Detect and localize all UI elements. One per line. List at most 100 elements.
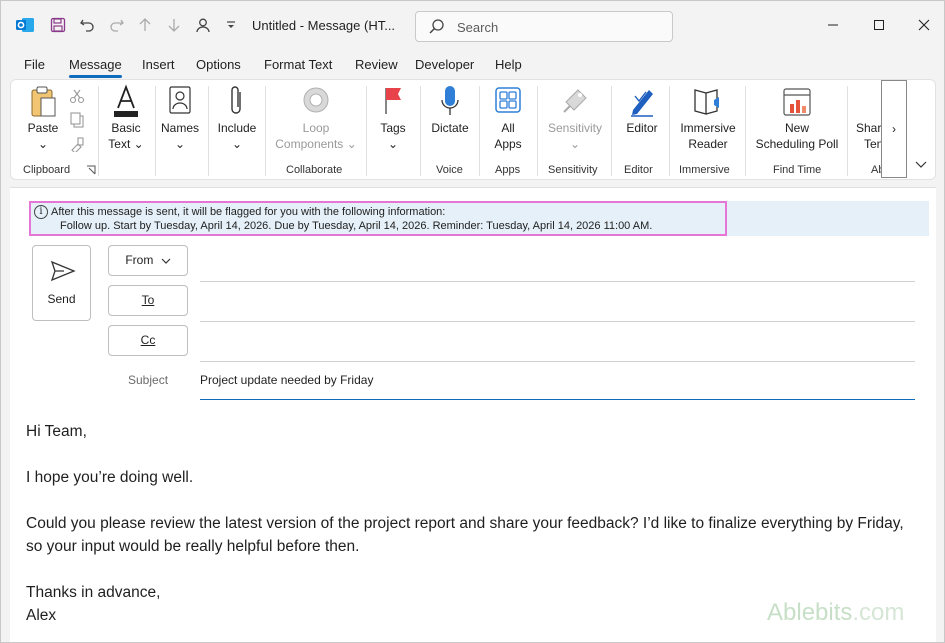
redo-icon[interactable] xyxy=(107,15,127,35)
tab-file[interactable]: File xyxy=(24,57,45,72)
dialog-launcher-icon[interactable] xyxy=(86,165,96,175)
all-apps-label-2: Apps xyxy=(494,137,522,151)
tab-review[interactable]: Review xyxy=(355,57,398,72)
address-book-icon[interactable] xyxy=(193,15,213,35)
names-button[interactable]: Names ⌄ xyxy=(159,84,201,152)
format-painter-icon[interactable] xyxy=(69,136,85,152)
tab-developer[interactable]: Developer xyxy=(415,57,474,72)
minimize-button[interactable] xyxy=(823,15,843,35)
chevron-down-icon: ⌄ xyxy=(346,137,357,151)
paste-icon xyxy=(31,86,56,117)
arrow-down-icon[interactable] xyxy=(164,15,184,35)
collapse-ribbon-icon[interactable] xyxy=(915,160,927,170)
apps-grid-icon xyxy=(495,87,521,113)
to-label: To xyxy=(141,293,155,307)
search-icon xyxy=(429,19,444,34)
immersive-group-label: Immersive xyxy=(679,164,730,176)
maximize-button[interactable] xyxy=(869,15,889,35)
loop-label-2: Components xyxy=(275,137,344,151)
tags-label: Tags xyxy=(380,121,406,135)
ribbon-separator xyxy=(611,86,612,176)
from-button[interactable]: From xyxy=(108,245,188,276)
tags-button[interactable]: Tags ⌄ xyxy=(375,84,411,152)
cut-icon[interactable] xyxy=(69,88,85,104)
all-apps-button[interactable]: All Apps xyxy=(488,84,528,152)
send-button[interactable]: Send xyxy=(32,245,91,321)
body-line-2: Could you please review the latest versi… xyxy=(26,515,904,555)
loop-components-button[interactable]: Loop Components ⌄ xyxy=(273,84,359,152)
compose-area: i After this message is sent, it will be… xyxy=(10,187,936,642)
copy-icon[interactable] xyxy=(69,112,85,128)
all-apps-label: All xyxy=(501,121,515,135)
editor-group-label: Editor xyxy=(624,164,653,176)
immersive-label-2: Reader xyxy=(688,137,728,151)
sensitivity-button[interactable]: Sensitivity ⌄ xyxy=(543,84,607,152)
chevron-down-icon xyxy=(161,258,171,264)
tab-help[interactable]: Help xyxy=(495,57,522,72)
ribbon-scroll-right-button[interactable]: › xyxy=(881,80,907,178)
save-icon[interactable] xyxy=(48,15,68,35)
address-book-icon xyxy=(169,86,191,114)
editor-pen-icon xyxy=(631,90,653,117)
ribbon-separator xyxy=(847,86,848,176)
ablebits-watermark: Ablebits.com xyxy=(767,599,904,627)
close-button[interactable] xyxy=(914,15,934,35)
ribbon-separator xyxy=(208,86,209,176)
share-label-2: Ten xyxy=(864,137,884,151)
apps-group-label: Apps xyxy=(495,164,521,176)
paste-button[interactable]: Paste ⌄ xyxy=(23,84,63,152)
calendar-poll-icon xyxy=(783,88,811,116)
new-poll-label: New xyxy=(784,121,809,135)
sensitivity-group-label: Sensitivity xyxy=(548,164,598,176)
find-time-group-label: Find Time xyxy=(773,164,822,176)
tab-options[interactable]: Options xyxy=(196,57,241,72)
immersive-reader-icon xyxy=(694,89,719,115)
undo-icon[interactable] xyxy=(77,15,97,35)
basic-text-button[interactable]: Basic Text ⌄ xyxy=(105,84,147,152)
outlook-logo-icon xyxy=(16,18,34,32)
chevron-down-icon: ⌄ xyxy=(174,137,186,151)
watermark-suffix: .com xyxy=(852,599,905,626)
tab-message[interactable]: Message xyxy=(69,57,122,78)
paperclip-icon xyxy=(231,86,241,114)
cc-label: Cc xyxy=(140,333,156,347)
to-button[interactable]: To xyxy=(108,285,188,316)
editor-button[interactable]: Editor xyxy=(619,84,665,136)
immersive-reader-button[interactable]: Immersive Reader xyxy=(675,84,741,152)
collaborate-group-label: Collaborate xyxy=(286,164,343,176)
body-line-1: I hope you’re doing well. xyxy=(26,469,194,486)
chevron-down-icon: ⌄ xyxy=(37,137,49,151)
tab-insert[interactable]: Insert xyxy=(142,57,175,72)
loop-icon xyxy=(303,87,329,113)
body-greeting: Hi Team, xyxy=(26,423,87,440)
clipboard-group-label: Clipboard xyxy=(23,164,71,176)
customize-toolbar-icon[interactable] xyxy=(221,15,241,35)
send-icon xyxy=(50,260,76,282)
subject-underline xyxy=(200,399,915,400)
search-box[interactable]: Search xyxy=(415,11,673,42)
ribbon-separator xyxy=(537,86,538,176)
tab-format-text[interactable]: Format Text xyxy=(264,57,332,72)
arrow-up-icon[interactable] xyxy=(135,15,155,35)
send-label: Send xyxy=(47,292,76,306)
ribbon-separator xyxy=(98,86,99,176)
ribbon-separator xyxy=(420,86,421,176)
to-field[interactable] xyxy=(200,321,915,322)
new-scheduling-poll-button[interactable]: New Scheduling Poll xyxy=(753,84,841,152)
outlook-message-window: Untitled - Message (HT... Search File Me… xyxy=(0,0,945,643)
microphone-icon xyxy=(441,86,459,115)
dictate-button[interactable]: Dictate xyxy=(427,84,473,136)
dictate-label: Dictate xyxy=(431,121,469,135)
subject-input[interactable]: Project update needed by Friday xyxy=(200,373,373,387)
chevron-down-icon: ⌄ xyxy=(387,137,399,151)
message-body[interactable]: Hi Team, I hope you’re doing well. Could… xyxy=(26,420,916,627)
cc-button[interactable]: Cc xyxy=(108,325,188,356)
ribbon-separator xyxy=(479,86,480,176)
search-placeholder: Search xyxy=(457,20,499,35)
include-button[interactable]: Include ⌄ xyxy=(214,84,260,152)
include-label: Include xyxy=(217,121,257,135)
info-highlight-box xyxy=(29,201,727,236)
ribbon-separator xyxy=(155,86,156,176)
cc-field[interactable] xyxy=(200,361,915,362)
ribbon-separator xyxy=(265,86,266,176)
